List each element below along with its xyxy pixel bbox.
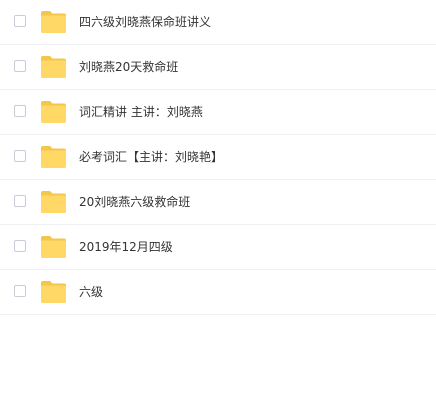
- row-checkbox[interactable]: [14, 285, 26, 297]
- file-row[interactable]: 六级: [0, 270, 436, 315]
- row-checkbox[interactable]: [14, 240, 26, 252]
- file-name[interactable]: 20刘晓燕六级救命班: [79, 180, 190, 224]
- folder-icon[interactable]: [40, 10, 67, 34]
- file-row[interactable]: 必考词汇【主讲：刘晓艳】: [0, 135, 436, 180]
- folder-icon[interactable]: [40, 145, 67, 169]
- folder-icon[interactable]: [40, 55, 67, 79]
- folder-icon[interactable]: [40, 235, 67, 259]
- file-name[interactable]: 2019年12月四级: [79, 225, 173, 269]
- file-name[interactable]: 六级: [79, 270, 103, 314]
- file-row[interactable]: 四六级刘晓燕保命班讲义: [0, 0, 436, 45]
- file-name[interactable]: 四六级刘晓燕保命班讲义: [79, 0, 211, 44]
- row-checkbox[interactable]: [14, 15, 26, 27]
- row-checkbox[interactable]: [14, 150, 26, 162]
- file-name[interactable]: 刘晓燕20天救命班: [79, 45, 178, 89]
- file-name[interactable]: 词汇精讲 主讲：刘晓燕: [79, 90, 203, 134]
- folder-icon[interactable]: [40, 190, 67, 214]
- row-checkbox[interactable]: [14, 60, 26, 72]
- file-row[interactable]: 20刘晓燕六级救命班: [0, 180, 436, 225]
- file-row[interactable]: 词汇精讲 主讲：刘晓燕: [0, 90, 436, 135]
- row-checkbox[interactable]: [14, 195, 26, 207]
- folder-icon[interactable]: [40, 100, 67, 124]
- file-name[interactable]: 必考词汇【主讲：刘晓艳】: [79, 135, 223, 179]
- file-row[interactable]: 2019年12月四级: [0, 225, 436, 270]
- folder-icon[interactable]: [40, 280, 67, 304]
- row-checkbox[interactable]: [14, 105, 26, 117]
- file-row[interactable]: 刘晓燕20天救命班: [0, 45, 436, 90]
- file-list: 四六级刘晓燕保命班讲义 刘晓燕20天救命班 词汇精讲 主讲：刘晓燕 必考词汇【主…: [0, 0, 436, 315]
